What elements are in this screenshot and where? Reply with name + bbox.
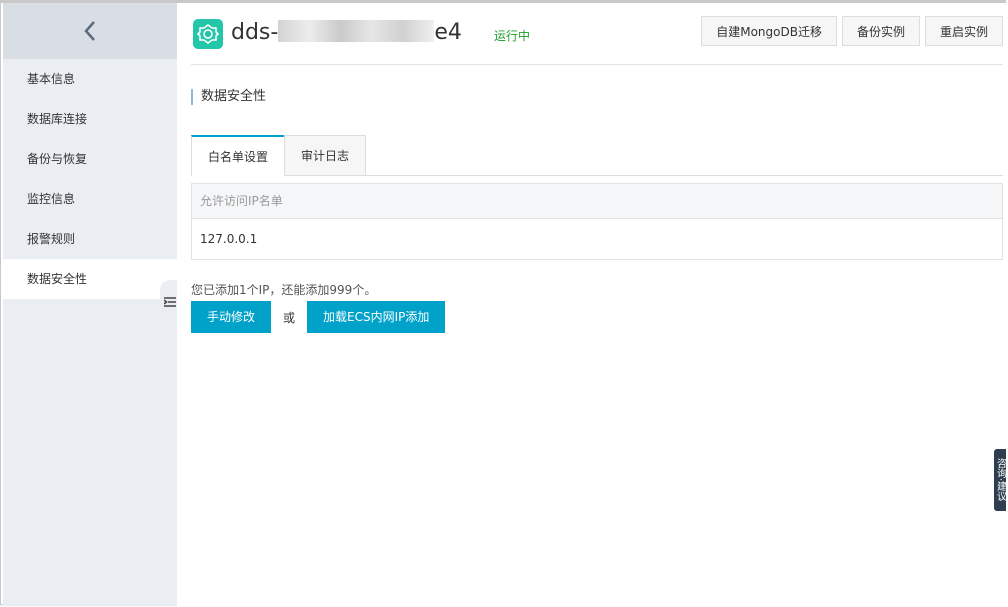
ip-quota-note: 您已添加1个IP，还能添加999个。 (191, 283, 377, 297)
whitelist-table: 允许访问IP名单 127.0.0.1 (191, 183, 1003, 260)
instance-header: dds-e4 运行中 自建MongoDB迁移 备份实例 重启实例 (191, 3, 1003, 65)
sidebar-item-monitoring[interactable]: 监控信息 (3, 179, 177, 219)
sidebar-item-backup-restore[interactable]: 备份与恢复 (3, 139, 177, 179)
load-ecs-ip-button[interactable]: 加载ECS内网IP添加 (307, 301, 446, 333)
main-content: dds-e4 运行中 自建MongoDB迁移 备份实例 重启实例 数据安全性 白… (177, 3, 1006, 606)
security-tabs: 白名单设置 审计日志 (191, 135, 1003, 176)
instance-title: dds-e4 (231, 17, 462, 49)
sidebar-item-basic-info[interactable]: 基本信息 (3, 59, 177, 99)
header-actions: 自建MongoDB迁移 备份实例 重启实例 (701, 16, 1003, 46)
backup-instance-button[interactable]: 备份实例 (841, 16, 920, 46)
instance-title-suffix: e4 (434, 20, 462, 45)
sidebar-item-db-connection[interactable]: 数据库连接 (3, 99, 177, 139)
sidebar-item-alarm-rules[interactable]: 报警规则 (3, 219, 177, 259)
sidebar-item-data-security[interactable]: 数据安全性 (3, 259, 177, 299)
whitelist-column-header: 允许访问IP名单 (192, 184, 1002, 219)
back-chevron-icon (84, 21, 95, 41)
back-button[interactable] (3, 3, 177, 59)
sidebar-nav: 基本信息 数据库连接 备份与恢复 监控信息 报警规则 数据安全性 (3, 59, 177, 299)
collapse-sidebar-icon (164, 297, 176, 307)
instance-title-prefix: dds- (231, 20, 279, 45)
mongodb-instance-logo-icon (193, 19, 223, 49)
tab-audit-log[interactable]: 审计日志 (284, 135, 367, 175)
sidebar: 基本信息 数据库连接 备份与恢复 监控信息 报警规则 数据安全性 (3, 3, 177, 606)
tab-whitelist[interactable]: 白名单设置 (191, 135, 286, 176)
table-row: 127.0.0.1 (200, 232, 258, 246)
mongodb-migrate-button[interactable]: 自建MongoDB迁移 (701, 16, 837, 46)
redacted-id (278, 20, 435, 42)
manual-edit-button[interactable]: 手动修改 (191, 301, 272, 333)
status-badge: 运行中 (494, 29, 531, 43)
section-title: 数据安全性 (191, 89, 266, 105)
restart-instance-button[interactable]: 重启实例 (924, 16, 1003, 46)
whitelist-actions: 手动修改 或 加载ECS内网IP添加 (191, 301, 446, 333)
or-label: 或 (283, 310, 296, 325)
consult-feedback-tab[interactable]: 咨询·建议 (994, 449, 1006, 511)
